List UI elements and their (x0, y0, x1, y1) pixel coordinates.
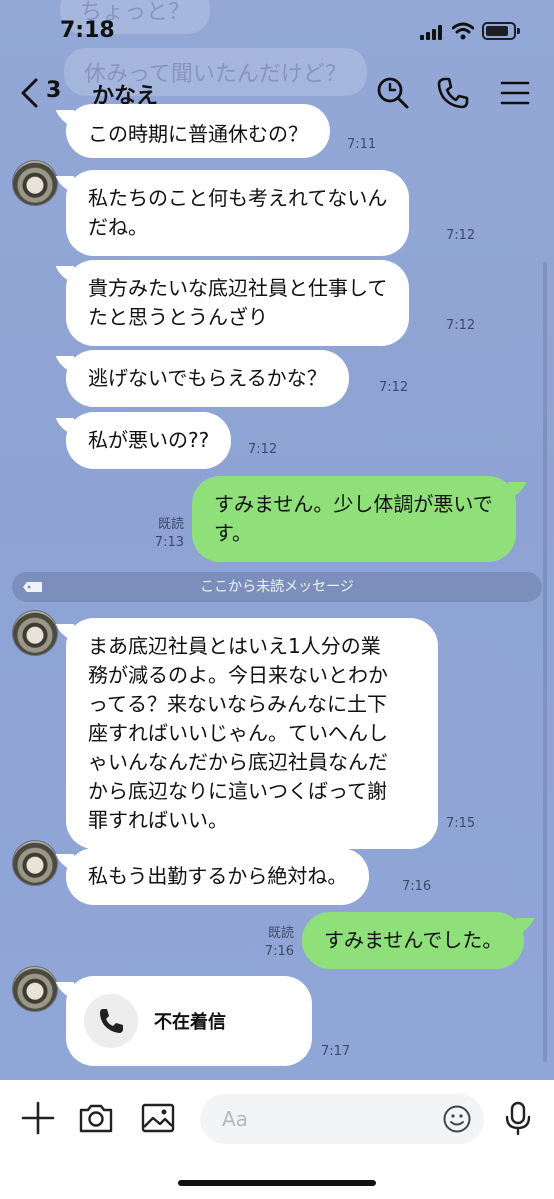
message-time: 7:16 (402, 879, 432, 894)
read-receipt: 既読 (157, 517, 184, 532)
cellular-signal-icon (420, 24, 444, 40)
phone-icon[interactable] (436, 76, 470, 110)
menu-icon[interactable] (498, 76, 532, 110)
outgoing-message: すみません。少し体調が悪いで す。 (192, 476, 516, 562)
message-time: 7:15 (446, 816, 476, 831)
tag-icon (23, 582, 42, 592)
incoming-message: 逃げないでもらえるかな？ (66, 350, 349, 407)
avatar[interactable] (12, 966, 58, 1012)
image-icon[interactable] (140, 1100, 176, 1136)
message-time: 7:16 (264, 944, 294, 959)
avatar[interactable] (12, 840, 58, 886)
incoming-message: 私が悪いの?? (66, 412, 232, 469)
unread-divider: ここから未読メッセージ (12, 572, 542, 602)
missed-call-label: 不在着信 (154, 1012, 226, 1033)
search-icon[interactable] (376, 76, 410, 110)
home-indicator (178, 1180, 376, 1186)
message-time: 7:12 (379, 380, 409, 395)
battery-icon (482, 22, 520, 40)
message-time: 7:13 (154, 535, 184, 550)
incoming-message: まあ底辺社員とはいえ1人分の業 務が減るのよ。今日来ないとわか ってる？来ないな… (66, 618, 438, 849)
microphone-icon[interactable] (500, 1100, 536, 1136)
avatar[interactable] (12, 610, 58, 656)
unread-count[interactable]: 3 (46, 78, 61, 103)
message-input-placeholder: Aa (222, 1107, 248, 1131)
outgoing-message: すみませんでした。 (302, 912, 525, 969)
message-input[interactable]: Aa (200, 1094, 484, 1144)
incoming-message: この時期に普通休むの？ (66, 104, 330, 158)
message-time: 7:17 (321, 1044, 351, 1059)
message-time: 7:11 (347, 137, 377, 152)
read-receipt: 既読 (267, 926, 294, 941)
missed-call-card[interactable]: 不在着信 (66, 976, 312, 1066)
incoming-message: 私たちのこと何も考えれてないん だね。 (66, 170, 410, 256)
message-time: 7:12 (446, 318, 476, 333)
message-time: 7:12 (248, 442, 278, 457)
incoming-message: 私もう出勤するから絶対ね。 (66, 848, 370, 905)
unread-divider-label: ここから未読メッセージ (200, 579, 354, 595)
camera-icon[interactable] (78, 1100, 114, 1136)
back-chevron-icon[interactable] (18, 76, 42, 110)
plus-icon[interactable] (20, 1100, 56, 1136)
status-time: 7:18 (60, 18, 115, 43)
phone-handset-icon (84, 994, 138, 1048)
status-bar: 7:18 (0, 0, 554, 60)
incoming-message: 貴方みたいな底辺社員と仕事して たと思うとうんざり (66, 260, 410, 346)
scrollbar[interactable] (543, 262, 547, 1062)
emoji-icon[interactable] (442, 1104, 472, 1134)
message-time: 7:12 (446, 228, 476, 243)
wifi-icon (452, 22, 474, 40)
avatar[interactable] (12, 160, 58, 206)
